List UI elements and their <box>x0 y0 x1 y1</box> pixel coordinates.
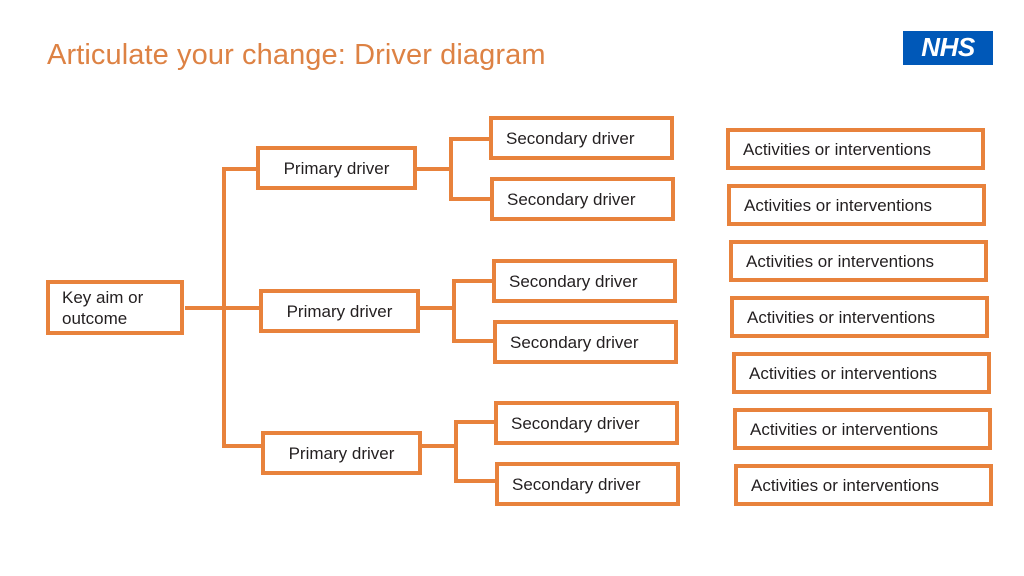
node-activity-7[interactable]: Activities or interventions <box>734 464 993 506</box>
node-secondary-driver-1-label: Secondary driver <box>506 128 635 148</box>
connector-primary-3-to-secondary-5 <box>454 420 496 424</box>
connector-primary-2-bracket <box>452 279 456 341</box>
node-secondary-driver-5-label: Secondary driver <box>511 413 640 433</box>
connector-trunk-to-primary-1 <box>222 167 258 171</box>
node-primary-driver-1[interactable]: Primary driver <box>256 146 417 190</box>
node-activity-4-label: Activities or interventions <box>747 307 936 327</box>
node-activity-3-label: Activities or interventions <box>746 251 935 271</box>
node-activity-6-label: Activities or interventions <box>750 419 939 439</box>
node-secondary-driver-2-label: Secondary driver <box>507 189 636 209</box>
connector-primary-3-bracket <box>454 420 458 483</box>
node-key-aim-line-1: Key aim or <box>62 287 144 307</box>
node-key-aim[interactable]: Key aim or outcome <box>46 280 184 335</box>
nhs-logo-text: NHS <box>921 32 975 62</box>
slide-canvas: Articulate your change: Driver diagram N… <box>0 0 1024 576</box>
node-activity-6[interactable]: Activities or interventions <box>733 408 992 450</box>
node-activity-1-label: Activities or interventions <box>743 139 932 159</box>
node-secondary-driver-4[interactable]: Secondary driver <box>493 320 678 364</box>
connector-trunk-to-primary-3 <box>222 444 262 448</box>
node-activity-1[interactable]: Activities or interventions <box>726 128 985 170</box>
node-primary-driver-2[interactable]: Primary driver <box>259 289 420 333</box>
node-primary-driver-3-label: Primary driver <box>288 443 395 463</box>
node-activity-3[interactable]: Activities or interventions <box>729 240 988 282</box>
node-activity-5[interactable]: Activities or interventions <box>732 352 991 394</box>
node-secondary-driver-5[interactable]: Secondary driver <box>494 401 679 445</box>
node-activity-7-label: Activities or interventions <box>751 475 940 495</box>
node-secondary-driver-1[interactable]: Secondary driver <box>489 116 674 160</box>
node-key-aim-label: Key aim or outcome <box>62 287 180 329</box>
connector-primary-2-to-secondary-4 <box>452 339 494 343</box>
node-secondary-driver-3-label: Secondary driver <box>509 271 638 291</box>
connector-primary-3-stub <box>420 444 458 448</box>
node-secondary-driver-2[interactable]: Secondary driver <box>490 177 675 221</box>
node-activity-2-label: Activities or interventions <box>744 195 933 215</box>
connector-primary-2-to-secondary-3 <box>452 279 494 283</box>
node-activity-5-label: Activities or interventions <box>749 363 938 383</box>
node-primary-driver-1-label: Primary driver <box>283 158 390 178</box>
connector-primary-1-stub <box>415 167 453 171</box>
node-primary-driver-3[interactable]: Primary driver <box>261 431 422 475</box>
connector-primary-1-to-secondary-1 <box>449 137 491 141</box>
connector-trunk-to-primary-2 <box>222 306 260 310</box>
node-key-aim-line-2: outcome <box>62 308 128 328</box>
connector-primary-1-bracket <box>449 137 453 201</box>
connector-primary-1-to-secondary-2 <box>449 197 491 201</box>
connector-primary-3-to-secondary-6 <box>454 479 496 483</box>
connector-keyaim-stub <box>185 306 226 310</box>
node-secondary-driver-3[interactable]: Secondary driver <box>492 259 677 303</box>
node-activity-4[interactable]: Activities or interventions <box>730 296 989 338</box>
node-primary-driver-2-label: Primary driver <box>286 301 393 321</box>
node-activity-2[interactable]: Activities or interventions <box>727 184 986 226</box>
node-secondary-driver-4-label: Secondary driver <box>510 332 639 352</box>
page-title: Articulate your change: Driver diagram <box>47 39 546 71</box>
nhs-logo: NHS <box>903 31 993 65</box>
node-secondary-driver-6[interactable]: Secondary driver <box>495 462 680 506</box>
node-secondary-driver-6-label: Secondary driver <box>512 474 641 494</box>
connector-primary-2-stub <box>418 306 456 310</box>
